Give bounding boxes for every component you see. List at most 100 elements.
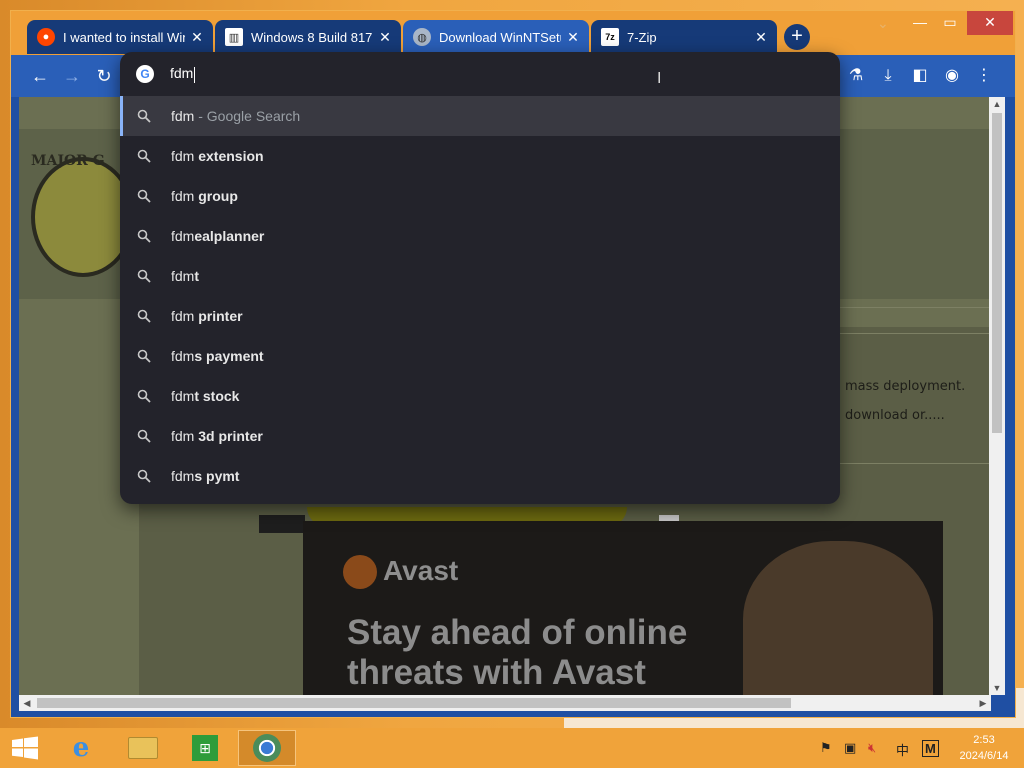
suggestion-typed: fdm — [171, 348, 195, 364]
suggestion-text: fdms pymt — [171, 468, 239, 484]
suggestion-item[interactable]: fdm group — [120, 176, 840, 216]
flag-icon[interactable]: ⚑ — [820, 740, 832, 756]
tab-title: 7-Zip — [627, 29, 657, 45]
tab-strip: ● I wanted to install Win ✕ ▥ Windows 8 … — [11, 11, 1015, 55]
labs-flask-icon[interactable]: ⚗ — [845, 65, 867, 87]
suggestion-text: fdm 3d printer — [171, 428, 263, 444]
ime-mode-indicator[interactable]: M — [922, 740, 939, 757]
google-icon: G — [136, 65, 154, 83]
suggestion-completion: group — [198, 188, 238, 204]
system-clock[interactable]: 2:53 2024/6/14 — [956, 732, 1012, 764]
tab-search-chevron-icon[interactable]: ⌄ — [877, 15, 889, 32]
tab-title: Download WinNTSetup — [439, 29, 561, 45]
scroll-left-arrow-icon[interactable]: ◀ — [19, 695, 35, 711]
ime-indicator[interactable]: 中 — [896, 740, 909, 759]
suggestion-list: fdm - Google Search fdm extension fdm grou… — [120, 96, 840, 496]
search-icon — [136, 109, 152, 123]
suggestion-typed: fdm — [171, 308, 199, 324]
search-icon — [136, 469, 152, 483]
scroll-right-arrow-icon[interactable]: ▶ — [975, 695, 991, 711]
suggestion-completion: 3d printer — [198, 428, 263, 444]
avast-logo-icon — [343, 555, 377, 589]
side-panel-icon[interactable]: ◧ — [909, 65, 931, 87]
tab-close-icon[interactable]: ✕ — [753, 29, 769, 46]
omnibox-dropdown: G fdm I fdm - Google Search fdm extension… — [120, 52, 840, 504]
download-icon[interactable]: ⤓ — [877, 65, 899, 87]
7zip-icon: 7z — [601, 28, 619, 46]
suggestion-item[interactable]: fdm 3d printer — [120, 416, 840, 456]
taskbar: e ⊞ ⚑ ▣ 🔇︎ 中 M 2:53 2024/6/14 — [0, 728, 1024, 768]
start-button[interactable] — [10, 736, 40, 760]
suggestion-text: fdm group — [171, 188, 238, 204]
suggestion-item[interactable]: fdm printer — [120, 296, 840, 336]
suggestion-completion: ealplanner — [194, 228, 265, 244]
search-icon — [136, 189, 152, 203]
tab-winntsetup[interactable]: ◍ Download WinNTSetup ✕ — [403, 20, 589, 54]
text-caret — [194, 66, 196, 83]
ad-headline: Stay ahead of online threats with Avast — [347, 613, 688, 692]
article-snippet: mass deployment. — [845, 379, 966, 394]
suggestion-item[interactable]: fdm - Google Search — [120, 96, 840, 136]
scroll-up-arrow-icon[interactable]: ▲ — [989, 97, 1005, 111]
archive-icon: ▥ — [225, 28, 243, 46]
suggestion-typed: fdm — [171, 228, 195, 244]
suggestion-typed: fdm — [171, 428, 199, 444]
tab-reddit[interactable]: ● I wanted to install Win ✕ — [27, 20, 213, 54]
suggestion-suffix: - Google Search — [194, 108, 301, 124]
tab-archive[interactable]: ▥ Windows 8 Build 8176 ✕ — [215, 20, 401, 54]
suggestion-text: fdmt stock — [171, 388, 239, 404]
forward-arrow-icon[interactable]: → — [59, 63, 85, 89]
ad-brand: Avast — [383, 555, 459, 586]
tab-close-icon[interactable]: ✕ — [565, 29, 581, 46]
new-tab-button[interactable]: + — [784, 24, 810, 50]
suggestion-item[interactable]: fdmealplanner — [120, 216, 840, 256]
suggestion-typed: fdm — [171, 268, 195, 284]
suggestion-completion: printer — [198, 308, 243, 324]
clock-time: 2:53 — [973, 734, 995, 746]
back-arrow-icon[interactable]: ← — [27, 63, 53, 89]
profile-avatar-icon[interactable]: ◉ — [941, 65, 963, 87]
tab-7zip[interactable]: 7z 7-Zip ✕ — [591, 20, 777, 54]
suggestion-item[interactable]: fdms pymt — [120, 456, 840, 496]
address-bar[interactable]: G fdm — [120, 52, 840, 96]
suggestion-item[interactable]: fdmt stock — [120, 376, 840, 416]
tab-close-icon[interactable]: ✕ — [377, 29, 393, 46]
network-icon[interactable]: ▣ — [844, 740, 856, 756]
folder-icon — [128, 737, 158, 759]
suggestion-completion: s pymt — [194, 468, 240, 484]
close-window-button[interactable]: ✕ — [967, 11, 1013, 35]
search-icon — [136, 349, 152, 363]
menu-kebab-icon[interactable]: ⋮ — [973, 65, 995, 87]
suggestion-item[interactable]: fdmt — [120, 256, 840, 296]
avast-advertisement[interactable]: Avast Stay ahead of online threats with … — [303, 521, 943, 695]
taskbar-file-explorer[interactable] — [114, 730, 172, 766]
scroll-thumb[interactable] — [992, 113, 1002, 433]
scroll-thumb[interactable] — [37, 698, 791, 708]
site-logo-text: MAJOR G — [31, 153, 105, 169]
minimize-button[interactable]: — — [903, 11, 937, 35]
taskbar-internet-explorer[interactable]: e — [52, 730, 110, 766]
suggestion-typed: fdm — [171, 468, 195, 484]
suggestion-text: fdmealplanner — [171, 228, 264, 244]
ibeam-cursor-icon: I — [657, 70, 662, 87]
suggestion-item[interactable]: fdm extension — [120, 136, 840, 176]
suggestion-typed: fdm — [171, 388, 195, 404]
suggestion-typed: fdm — [171, 148, 199, 164]
reload-icon[interactable]: ↻ — [91, 63, 117, 89]
tab-close-icon[interactable]: ✕ — [189, 29, 205, 46]
article-snippet: download or..... — [845, 408, 945, 423]
clock-date: 2024/6/14 — [959, 750, 1009, 762]
volume-muted-icon[interactable]: 🔇︎ — [868, 740, 876, 756]
vertical-scrollbar[interactable]: ▲ ▼ — [989, 97, 1005, 695]
search-icon — [136, 149, 152, 163]
suggestion-typed: fdm — [171, 108, 195, 124]
maximize-button[interactable]: ▭ — [933, 11, 967, 35]
suggestion-item[interactable]: fdms payment — [120, 336, 840, 376]
store-icon: ⊞ — [192, 735, 218, 761]
scroll-down-arrow-icon[interactable]: ▼ — [989, 681, 1005, 695]
tab-title: I wanted to install Win — [63, 29, 185, 45]
horizontal-scrollbar[interactable]: ◀ ▶ — [19, 695, 991, 711]
taskbar-store[interactable]: ⊞ — [176, 730, 234, 766]
address-input[interactable]: fdm — [170, 65, 196, 83]
taskbar-chrome[interactable] — [238, 730, 296, 766]
